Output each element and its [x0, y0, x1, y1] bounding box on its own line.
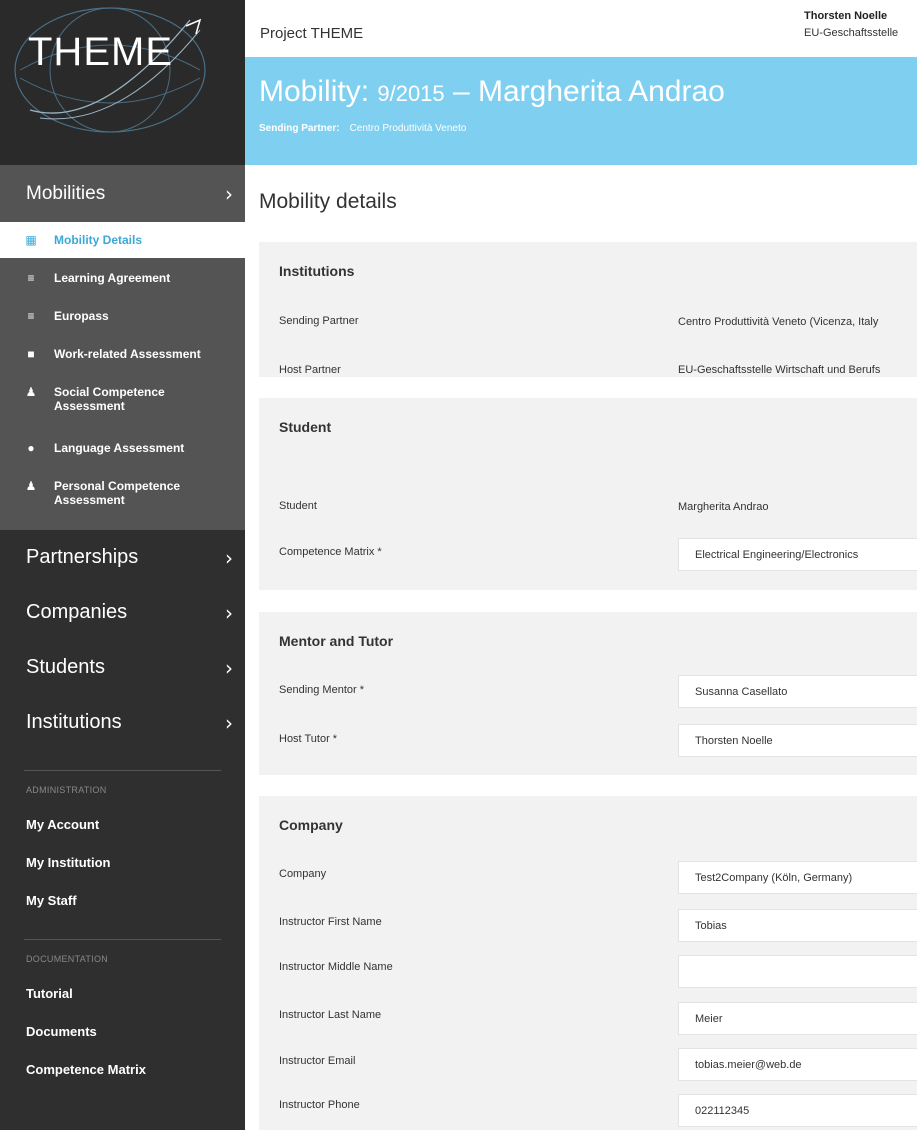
chevron-right-icon: ›: [225, 710, 233, 735]
sidebar-item-label: Work-related Assessment: [54, 347, 201, 361]
company-select[interactable]: Test2Company (Köln, Germany): [678, 861, 917, 894]
panel-title: Company: [279, 817, 343, 833]
sidebar-item-work-related-assessment[interactable]: ■ Work-related Assessment: [0, 334, 245, 372]
banner-title-prefix: Mobility:: [259, 75, 378, 108]
chevron-right-icon: ›: [225, 655, 233, 680]
list-icon: ≡: [27, 309, 35, 323]
instructor-email-label: Instructor Email: [279, 1055, 356, 1067]
nav-companies[interactable]: Companies ›: [0, 585, 245, 640]
page-title: Mobility details: [259, 190, 397, 213]
sidebar-item-learning-agreement[interactable]: ≡ Learning Agreement: [0, 258, 245, 296]
section-label-documentation: DOCUMENTATION: [26, 954, 109, 964]
panel-student: Student Student Margherita Andrao Compet…: [259, 398, 917, 590]
banner-title: Mobility: 9/2015 – Margherita Andrao: [259, 75, 725, 109]
nav-partnerships[interactable]: Partnerships ›: [0, 530, 245, 585]
panel-mentor-tutor: Mentor and Tutor Sending Mentor * Susann…: [259, 612, 917, 775]
instructor-last-name-label: Instructor Last Name: [279, 1009, 382, 1021]
nav-students[interactable]: Students ›: [0, 640, 245, 695]
nav-label: Students: [26, 656, 105, 678]
panel-title: Institutions: [279, 263, 355, 279]
sidebar-item-language-assessment[interactable]: ● Language Assessment: [0, 428, 245, 466]
instructor-phone-label: Instructor Phone: [279, 1099, 360, 1111]
user-name[interactable]: Thorsten Noelle: [804, 10, 887, 22]
nav-institutions[interactable]: Institutions ›: [0, 695, 245, 750]
sidebar-item-europass[interactable]: ≡ Europass: [0, 296, 245, 334]
chevron-right-icon: ›: [225, 545, 233, 570]
banner-title-number: 9/2015: [377, 81, 445, 106]
globe-logo-graphic: [14, 7, 206, 133]
link-competence-matrix[interactable]: Competence Matrix: [0, 1050, 245, 1088]
sidebar-item-label: Language Assessment: [54, 441, 185, 455]
sending-partner-label: Sending Partner: [279, 315, 359, 327]
sidebar-item-mobility-details[interactable]: ▦ Mobility Details: [0, 222, 245, 258]
sidebar-item-social-competence-assessment[interactable]: ♟ Social Competence Assessment: [0, 372, 245, 428]
student-label: Student: [279, 500, 317, 512]
sending-mentor-select[interactable]: Susanna Casellato: [678, 675, 917, 708]
instructor-middle-name-label: Instructor Middle Name: [279, 961, 393, 973]
link-tutorial[interactable]: Tutorial: [0, 974, 245, 1012]
sidebar-item-label: Social Competence Assessment: [54, 385, 165, 413]
panel-company: Company Company Test2Company (Köln, Germ…: [259, 796, 917, 1130]
chevron-right-icon: ›: [225, 181, 233, 206]
nav-mobilities-label: Mobilities: [26, 182, 106, 204]
people-icon: ♟: [25, 385, 37, 399]
mobility-banner: Mobility: 9/2015 – Margherita Andrao Sen…: [245, 57, 917, 165]
sidebar-item-label: Learning Agreement: [54, 271, 171, 285]
student-value: Margherita Andrao: [678, 501, 769, 513]
link-my-account[interactable]: My Account: [0, 805, 245, 843]
user-organization: EU-Geschaftsstelle: [804, 27, 899, 39]
company-label: Company: [279, 868, 327, 880]
instructor-phone-input[interactable]: 022112345: [678, 1094, 917, 1127]
panel-institutions: Institutions Sending Partner Centro Prod…: [259, 242, 917, 377]
sending-partner-value: Centro Produttività Veneto (Vicenza, Ita…: [678, 316, 879, 328]
logo-text: THEME: [28, 30, 173, 74]
competence-matrix-select[interactable]: Electrical Engineering/Electronics: [678, 538, 917, 571]
instructor-email-input[interactable]: tobias.meier@web.de: [678, 1048, 917, 1081]
instructor-first-name-input[interactable]: Tobias: [678, 909, 917, 942]
chevron-right-icon: ›: [225, 600, 233, 625]
host-partner-label: Host Partner: [279, 364, 341, 376]
nav-label: Companies: [26, 601, 128, 623]
sidebar-item-label: Europass: [54, 309, 109, 323]
list-icon: ≡: [27, 271, 35, 285]
bank-icon: ▦: [25, 233, 37, 247]
sidebar-item-label: Mobility Details: [54, 233, 143, 247]
section-label-administration: ADMINISTRATION: [26, 785, 107, 795]
panel-title: Student: [279, 419, 332, 435]
instructor-first-name-label: Instructor First Name: [279, 916, 382, 928]
link-my-staff[interactable]: My Staff: [0, 881, 245, 919]
globe-icon: ●: [27, 441, 35, 455]
mobility-subnav: ≡ Learning Agreement ≡ Europass ■ Work-r…: [0, 258, 245, 530]
host-tutor-label: Host Tutor *: [279, 733, 338, 745]
top-bar: Project THEME Thorsten Noelle EU-Geschaf…: [245, 0, 917, 57]
link-my-institution[interactable]: My Institution: [0, 843, 245, 881]
instructor-middle-name-input[interactable]: [678, 955, 917, 988]
banner-sending-partner: Sending Partner: Centro Produttività Vene…: [259, 123, 466, 134]
theme-logo[interactable]: THEME: [0, 0, 245, 165]
briefcase-icon: ■: [27, 347, 35, 361]
panel-title: Mentor and Tutor: [279, 633, 394, 649]
nav-label: Institutions: [26, 711, 122, 733]
person-icon: ♟: [25, 479, 37, 493]
sending-partner-value: Centro Produttività Veneto: [349, 123, 467, 134]
nav-mobilities[interactable]: Mobilities ›: [0, 165, 245, 222]
competence-matrix-label: Competence Matrix *: [279, 546, 382, 558]
host-tutor-select[interactable]: Thorsten Noelle: [678, 724, 917, 757]
sending-partner-label: Sending Partner:: [259, 123, 340, 134]
host-partner-value: EU-Geschaftsstelle Wirtschaft und Berufs: [678, 364, 881, 376]
link-documents[interactable]: Documents: [0, 1012, 245, 1050]
sidebar: THEME Mobilities › ▦ Mobility Details ≡ …: [0, 0, 245, 1130]
instructor-last-name-input[interactable]: Meier: [678, 1002, 917, 1035]
sending-mentor-label: Sending Mentor *: [279, 684, 364, 696]
nav-label: Partnerships: [26, 546, 139, 568]
sidebar-item-personal-competence-assessment[interactable]: ♟ Personal Competence Assessment: [0, 466, 245, 522]
banner-title-suffix: – Margherita Andrao: [444, 75, 725, 108]
project-name: Project THEME: [260, 25, 364, 42]
sidebar-item-label: Personal Competence Assessment: [54, 479, 181, 507]
